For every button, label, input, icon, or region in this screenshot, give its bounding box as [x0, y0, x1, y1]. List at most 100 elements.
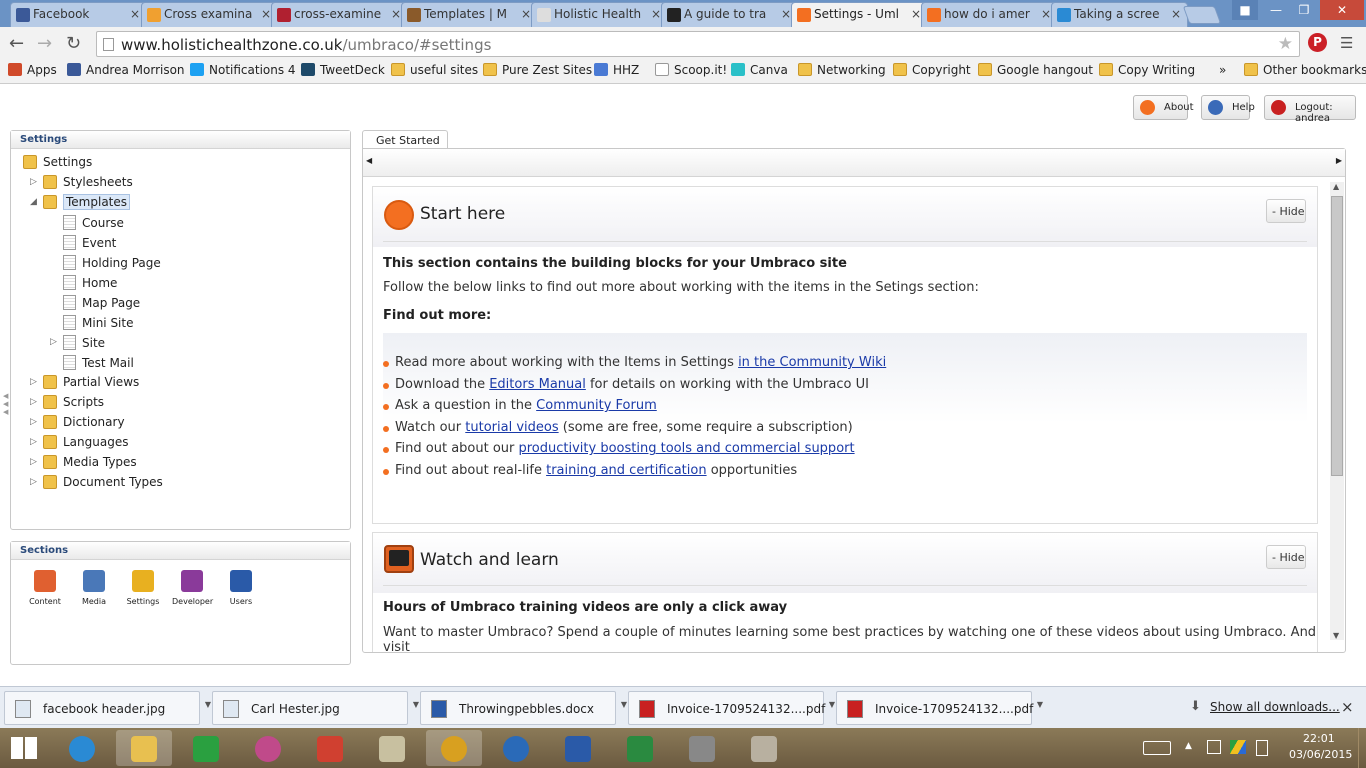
browser-tab[interactable]: A guide to tra ×: [661, 2, 798, 27]
tree-node-stylesheets[interactable]: ▷ Stylesheets: [30, 175, 133, 195]
bookmark-item[interactable]: Canva: [731, 63, 788, 77]
item-link[interactable]: Editors Manual: [489, 377, 586, 392]
expand-arrow-icon[interactable]: ▷: [30, 397, 37, 407]
show-all-downloads-link[interactable]: Show all downloads...: [1210, 700, 1340, 714]
taskbar-app[interactable]: [302, 730, 358, 766]
tab-close-icon[interactable]: ×: [911, 7, 921, 21]
tree-node-media-types[interactable]: ▷ Media Types: [30, 455, 137, 475]
section-users[interactable]: Users: [221, 570, 261, 606]
bookmark-item[interactable]: Google hangout: [978, 63, 1093, 77]
bookmark-item[interactable]: Andrea Morrison: [67, 63, 185, 77]
expand-arrow-icon[interactable]: ▷: [30, 437, 37, 447]
tree-node-mini-site[interactable]: Mini Site: [63, 315, 133, 335]
browser-tab[interactable]: Settings - Uml ×: [791, 2, 928, 28]
reload-icon[interactable]: ↻: [66, 33, 81, 54]
about-button[interactable]: About: [1133, 95, 1194, 120]
taskbar-app[interactable]: [674, 730, 730, 766]
close-window-button[interactable]: ✕: [1320, 0, 1364, 20]
bookmark-item[interactable]: Copy Writing: [1099, 63, 1195, 77]
collapse-arrow-icon[interactable]: ◢: [30, 197, 37, 207]
taskbar-app[interactable]: [364, 730, 420, 766]
hide-button[interactable]: - Hide: [1266, 199, 1306, 223]
tab-close-icon[interactable]: ×: [651, 7, 661, 21]
tray-expand-icon[interactable]: ▲: [1185, 741, 1192, 751]
browser-tab[interactable]: Taking a scree ×: [1051, 2, 1188, 27]
tree-node-event[interactable]: Event: [63, 235, 116, 255]
browser-tab[interactable]: Holistic Health ×: [531, 2, 668, 27]
keyboard-icon[interactable]: [1143, 741, 1171, 755]
forward-icon[interactable]: →: [37, 33, 52, 54]
address-bar[interactable]: www.holistichealthzone.co.uk/umbraco/#se…: [96, 31, 1300, 57]
tab-close-icon[interactable]: ×: [130, 7, 140, 21]
bookmark-item[interactable]: useful sites: [391, 63, 478, 77]
tab-get-started[interactable]: Get Started: [362, 130, 448, 149]
expand-arrow-icon[interactable]: ▷: [30, 477, 37, 487]
taskbar-app[interactable]: [736, 730, 792, 766]
tree-node-scripts[interactable]: ▷ Scripts: [30, 395, 104, 415]
taskbar-app[interactable]: [550, 730, 606, 766]
other-bookmarks[interactable]: Other bookmarks: [1244, 63, 1366, 77]
section-developer[interactable]: Developer: [172, 570, 213, 606]
expand-arrow-icon[interactable]: ▷: [30, 377, 37, 387]
help-button[interactable]: Help: [1201, 95, 1255, 120]
action-center-icon[interactable]: [1207, 740, 1221, 754]
download-item[interactable]: facebook header.jpg ▼: [4, 691, 211, 725]
expand-arrow-icon[interactable]: ▷: [30, 417, 37, 427]
tree-node-document-types[interactable]: ▷ Document Types: [30, 475, 163, 495]
expand-arrow-icon[interactable]: ▷: [30, 457, 37, 467]
tree-node-languages[interactable]: ▷ Languages: [30, 435, 128, 455]
scroll-thumb[interactable]: [1331, 196, 1343, 476]
panel-resize-handle[interactable]: ◀ ◀ ◀: [3, 392, 8, 416]
expand-arrow-icon[interactable]: ▷: [30, 177, 37, 187]
show-desktop-button[interactable]: [1358, 728, 1366, 768]
pinterest-icon[interactable]: P: [1308, 33, 1327, 52]
bookmark-star-icon[interactable]: ★: [1278, 34, 1293, 54]
expand-arrow-icon[interactable]: ▷: [50, 337, 57, 347]
taskbar-app[interactable]: [240, 730, 296, 766]
tree-node-templates[interactable]: ◢ Templates: [30, 194, 131, 215]
logout-button[interactable]: Logout: andrea: [1264, 95, 1356, 124]
bookmark-item[interactable]: HHZ: [594, 63, 639, 77]
scroll-up-icon[interactable]: ▲: [1333, 182, 1339, 191]
drive-icon[interactable]: [1230, 740, 1246, 754]
download-menu-chevron-icon[interactable]: ▼: [621, 700, 627, 709]
taskbar-app[interactable]: [426, 730, 482, 766]
bookmark-item[interactable]: Networking: [798, 63, 886, 77]
menu-icon[interactable]: ☰: [1340, 34, 1353, 52]
tab-close-icon[interactable]: ×: [1041, 7, 1051, 21]
download-menu-chevron-icon[interactable]: ▼: [829, 700, 835, 709]
scroll-down-icon[interactable]: ▼: [1333, 631, 1339, 640]
close-downloads-icon[interactable]: ×: [1341, 698, 1354, 716]
download-menu-chevron-icon[interactable]: ▼: [413, 700, 419, 709]
download-menu-chevron-icon[interactable]: ▼: [205, 700, 211, 709]
tree-node-course[interactable]: Course: [63, 215, 124, 235]
bookmark-item[interactable]: Pure Zest Sites: [483, 63, 592, 77]
item-link[interactable]: training and certification: [546, 463, 707, 478]
tree-node-home[interactable]: Home: [63, 275, 117, 295]
download-item[interactable]: Throwingpebbles.docx ▼: [420, 691, 627, 725]
browser-tab[interactable]: Cross examina ×: [141, 2, 278, 27]
browser-tab[interactable]: Facebook ×: [10, 2, 147, 27]
tree-node-dictionary[interactable]: ▷ Dictionary: [30, 415, 125, 435]
tree-node-site[interactable]: ▷ Site: [50, 335, 105, 355]
tree-node-holding-page[interactable]: Holding Page: [63, 255, 161, 275]
download-menu-chevron-icon[interactable]: ▼: [1037, 700, 1043, 709]
download-item[interactable]: Invoice-1709524132....pdf ▼: [836, 691, 1043, 725]
item-link[interactable]: Community Forum: [536, 398, 657, 413]
bookmark-item[interactable]: Copyright: [893, 63, 971, 77]
tree-node-map-page[interactable]: Map Page: [63, 295, 140, 315]
tab-close-icon[interactable]: ×: [391, 7, 401, 21]
item-link[interactable]: in the Community Wiki: [738, 355, 886, 370]
power-icon[interactable]: [1256, 740, 1268, 756]
tab-close-icon[interactable]: ×: [521, 7, 531, 21]
tab-close-icon[interactable]: ×: [261, 7, 271, 21]
bookmark-item[interactable]: TweetDeck: [301, 63, 385, 77]
user-icon[interactable]: ■: [1232, 0, 1258, 20]
taskbar-app[interactable]: [178, 730, 234, 766]
bookmark-item[interactable]: Apps: [8, 63, 57, 77]
tab-close-icon[interactable]: ×: [781, 7, 791, 21]
taskbar-app[interactable]: [54, 730, 110, 766]
bookmark-item[interactable]: Scoop.it!: [655, 63, 727, 77]
more-bookmarks-chevron[interactable]: »: [1219, 63, 1226, 77]
scroll-left-icon[interactable]: ◀: [366, 156, 372, 165]
